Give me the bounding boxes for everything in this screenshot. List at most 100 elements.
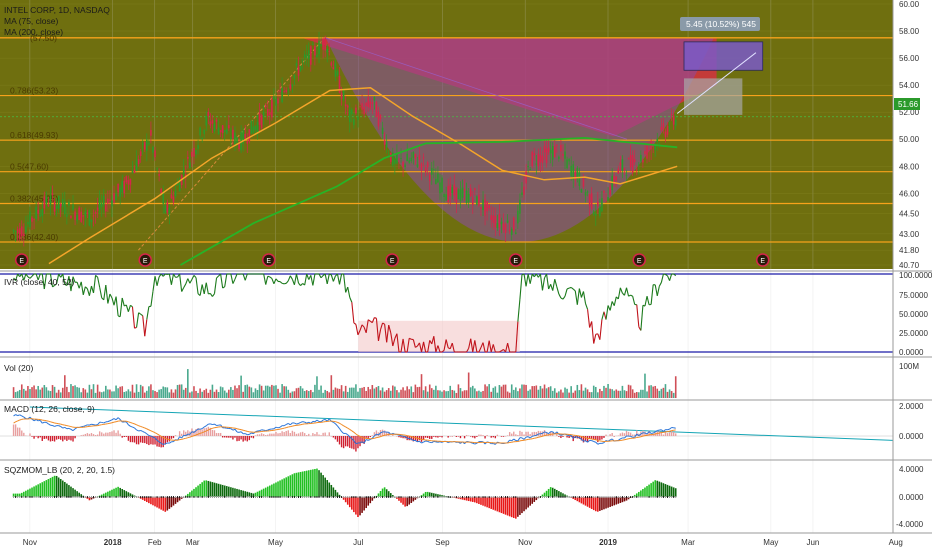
momentum-bar <box>588 497 591 508</box>
ma200-legend[interactable]: MA (200, close) <box>4 27 63 37</box>
momentum-bar <box>656 480 659 497</box>
squeeze-dot <box>236 496 238 498</box>
signal-line-segment <box>536 436 539 439</box>
squeeze-dot <box>226 496 228 498</box>
candle-body <box>599 207 601 217</box>
candle-body <box>465 190 468 203</box>
squeeze-dot <box>431 496 433 498</box>
volume-bar <box>400 389 402 398</box>
candle-body <box>439 182 441 194</box>
signal-line-segment <box>655 433 658 435</box>
macd-line-segment <box>322 418 326 421</box>
signal-line-segment <box>236 428 240 430</box>
candle-body <box>330 62 333 66</box>
squeeze-dot <box>281 496 283 498</box>
momentum-bar <box>672 487 675 497</box>
momentum-bar <box>346 497 349 505</box>
squeeze-dot <box>306 496 308 498</box>
candle-body <box>219 130 222 133</box>
momentum-bar <box>599 497 601 511</box>
macd-line-segment <box>199 428 203 430</box>
signal-line-segment <box>144 427 148 430</box>
squeeze-dot <box>459 496 461 498</box>
macd-line-segment <box>85 424 88 427</box>
candle-body <box>215 119 218 122</box>
squeeze-dot <box>183 496 185 498</box>
squeeze-dot <box>349 496 351 498</box>
signal-line-segment <box>411 436 414 438</box>
squeeze-dot <box>544 496 546 498</box>
squeeze-dot <box>45 496 47 498</box>
ma75-legend[interactable]: MA (75, close) <box>4 16 58 26</box>
squeeze-dot <box>123 496 125 498</box>
candle-body <box>340 92 343 99</box>
squeeze-dot <box>363 496 365 498</box>
squeeze-dot <box>150 496 152 498</box>
volume-bar <box>25 390 27 398</box>
squeeze-dot <box>334 496 336 498</box>
squeeze-dot <box>23 496 25 498</box>
macd-tick: 2.0000 <box>899 402 924 411</box>
volume-bar <box>369 389 372 398</box>
candle-body <box>221 125 224 133</box>
ivr-legend[interactable]: IVR (close, 40, 52) <box>4 277 75 287</box>
macd-histogram-bar <box>303 433 306 436</box>
macd-line-segment <box>142 431 145 433</box>
signal-line-segment <box>17 419 20 422</box>
momentum-bar <box>195 487 197 497</box>
momentum-bar <box>326 480 329 497</box>
squeeze-dot <box>466 496 468 498</box>
volume-bar <box>201 391 203 398</box>
vol-legend[interactable]: Vol (20) <box>4 363 33 373</box>
sqz-legend[interactable]: SQZMOM_LB (20, 2, 20, 1.5) <box>4 465 115 475</box>
volume-bar <box>250 387 253 398</box>
candle-body <box>332 67 335 70</box>
volume-bar <box>619 390 622 398</box>
momentum-bar <box>611 497 613 507</box>
macd-histogram-bar <box>228 436 230 438</box>
macd-tick: 0.0000 <box>899 432 924 441</box>
volume-bar <box>508 392 511 398</box>
candle-body <box>369 101 372 109</box>
signal-line-segment <box>146 428 150 431</box>
candle-body <box>662 123 665 130</box>
macd-histogram-bar <box>334 436 337 440</box>
macd-histogram-bar <box>486 434 488 436</box>
squeeze-dot <box>156 496 158 498</box>
momentum-bar <box>642 489 644 497</box>
macd-legend[interactable]: MACD (12, 26, close, 9) <box>4 404 95 414</box>
macd-histogram-bar <box>37 436 39 439</box>
momentum-bar <box>605 497 607 509</box>
volume-bar <box>158 389 160 398</box>
volume-bar <box>652 386 654 398</box>
macd-histogram-bar <box>398 436 400 438</box>
signal-line-segment <box>240 429 244 431</box>
volume-bar <box>324 389 326 398</box>
signal-line-segment <box>245 430 248 432</box>
squeeze-dot <box>529 496 531 498</box>
volume-bar <box>334 387 337 398</box>
momentum-bar <box>27 489 29 497</box>
squeeze-dot <box>609 496 611 498</box>
squeeze-dot <box>240 496 242 498</box>
volume-bar <box>375 387 378 398</box>
candle-body <box>410 157 413 162</box>
macd-histogram-bar <box>133 436 136 443</box>
momentum-bar <box>609 497 611 507</box>
chart-canvas[interactable]: (57.50)0.786(53.23)0.618(49.93)0.5(47.60… <box>0 0 932 550</box>
candle-body <box>353 119 355 126</box>
momentum-bar <box>307 470 310 497</box>
volume-bar <box>49 391 52 398</box>
chart-title[interactable]: INTEL CORP, 1D, NASDAQ <box>4 5 110 15</box>
signal-line-segment <box>542 435 545 437</box>
macd-line-segment <box>283 424 287 427</box>
momentum-bar <box>303 471 306 497</box>
macd-histogram-bar <box>490 436 492 438</box>
macd-histogram-bar <box>381 429 384 436</box>
squeeze-dot <box>119 496 121 498</box>
squeeze-dot <box>230 496 232 498</box>
volume-bar <box>199 388 201 398</box>
macd-histogram-bar <box>291 430 294 436</box>
momentum-bar <box>314 468 316 497</box>
volume-bar <box>266 385 269 398</box>
